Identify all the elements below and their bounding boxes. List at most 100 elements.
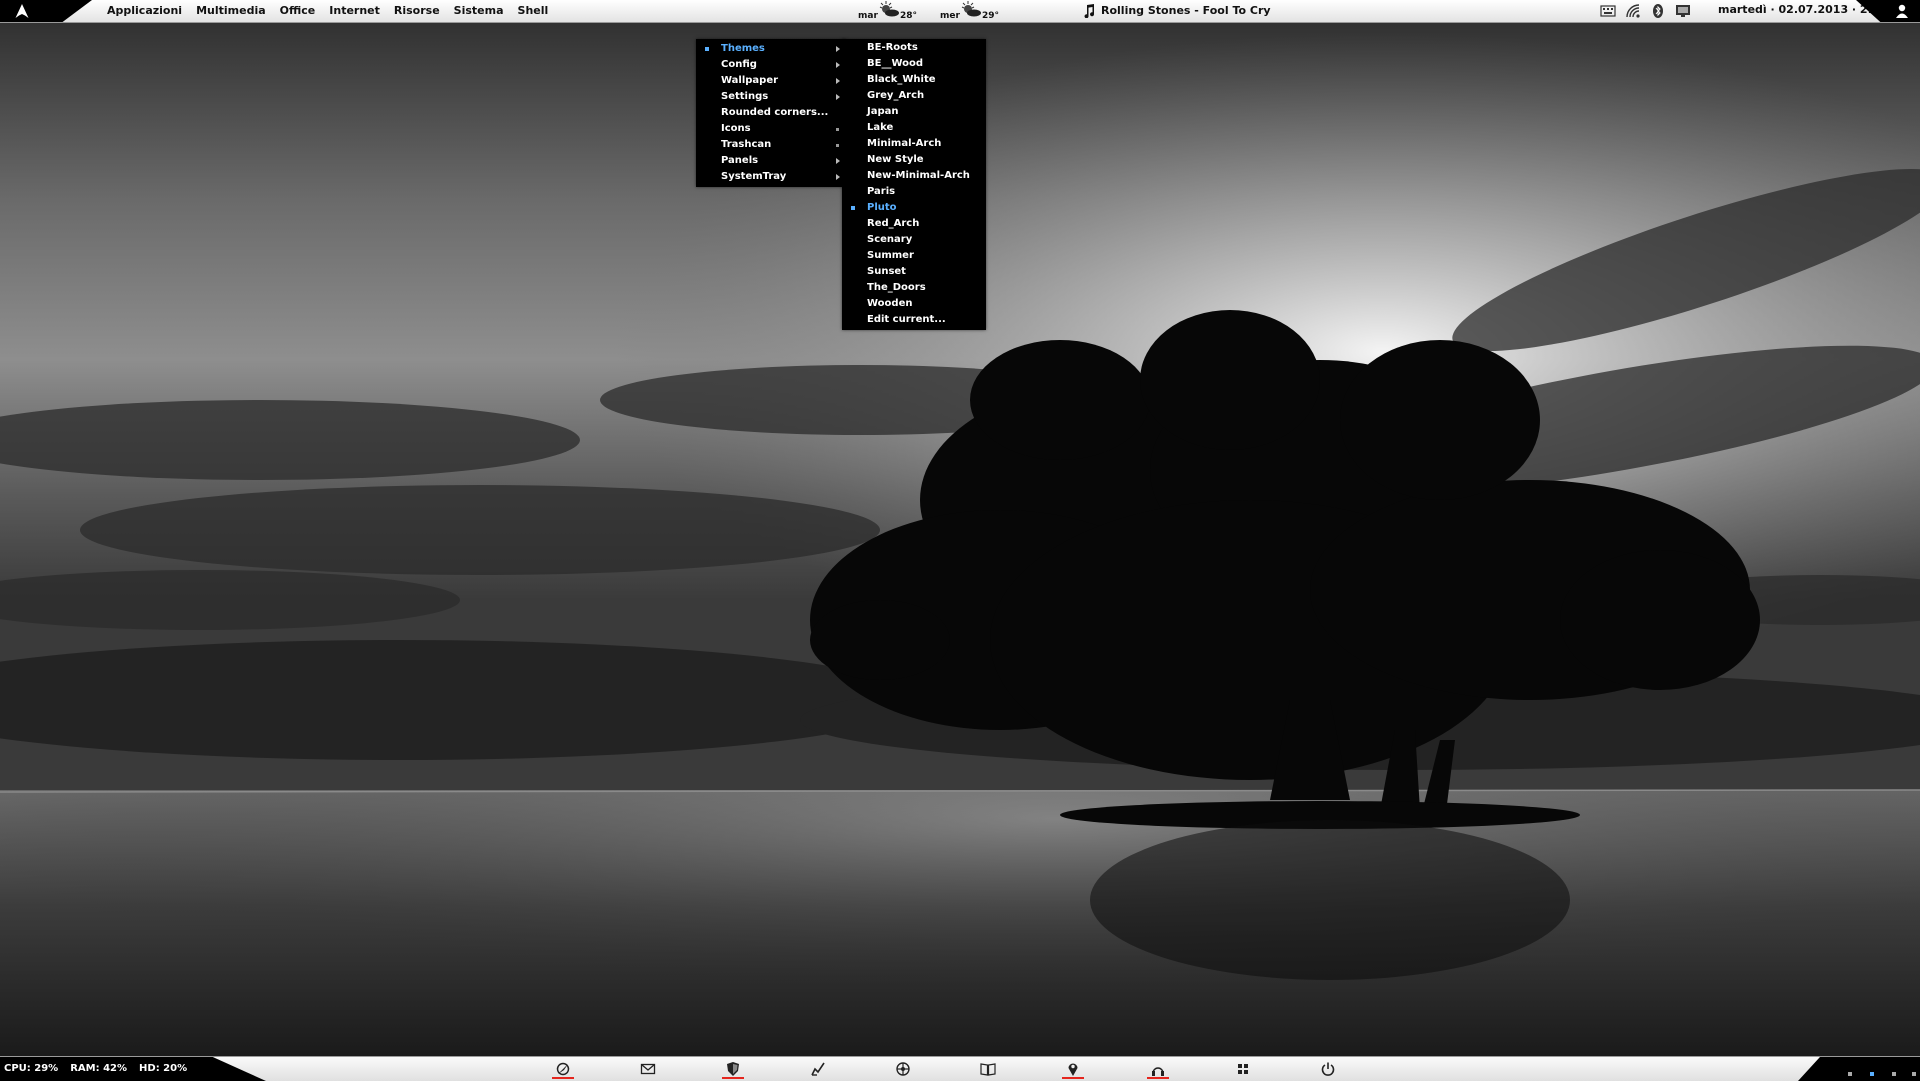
selected-bullet-icon — [851, 206, 855, 210]
bluetooth-icon[interactable] — [1650, 3, 1666, 19]
menu-applicazioni[interactable]: Applicazioni — [100, 0, 189, 22]
user-icon[interactable] — [1894, 3, 1910, 19]
running-indicator — [552, 1077, 574, 1079]
menu-item-label: Rounded corners... — [721, 107, 829, 118]
shield-icon[interactable] — [725, 1061, 741, 1077]
weather-temp: 29° — [982, 11, 1000, 21]
browser-icon[interactable] — [555, 1061, 571, 1077]
running-indicator — [1147, 1077, 1169, 1079]
keyboard-layout-icon[interactable] — [1600, 3, 1616, 19]
menu-item-panels[interactable]: Panels — [696, 153, 846, 169]
theme-label: Scenary — [867, 234, 913, 245]
now-playing-track: Rolling Stones - Fool To Cry — [1101, 4, 1271, 17]
menu-item-themes[interactable]: Themes — [696, 41, 846, 57]
apps-grid-icon[interactable] — [1235, 1061, 1251, 1077]
hd-usage: HD: 20% — [139, 1063, 188, 1074]
weather-day-label: mer — [940, 11, 960, 21]
themes-submenu: BE-Roots BE__Wood Black_White Grey_Arch … — [842, 39, 986, 330]
menu-item-label: Themes — [721, 43, 765, 54]
ram-usage: RAM: 42% — [70, 1063, 128, 1074]
theme-item-wooden[interactable]: Wooden — [842, 296, 986, 312]
theme-label: Edit current... — [867, 314, 946, 325]
theme-label: Grey_Arch — [867, 90, 925, 101]
submenu-arrow-icon — [836, 94, 840, 100]
theme-item-grey-arch[interactable]: Grey_Arch — [842, 88, 986, 104]
theme-item-lake[interactable]: Lake — [842, 120, 986, 136]
theme-item-pluto[interactable]: Pluto — [842, 200, 986, 216]
theme-label: Black_White — [867, 74, 936, 85]
checkbox-icon — [836, 144, 839, 147]
sun-cloud-icon — [879, 1, 899, 17]
weather-widget-day1[interactable]: mar 28° — [858, 0, 918, 22]
weather-widget-day2[interactable]: mer 29° — [940, 0, 1000, 22]
menu-item-rounded-corners[interactable]: Rounded corners... — [696, 105, 846, 121]
theme-item-minimal-arch[interactable]: Minimal-Arch — [842, 136, 986, 152]
theme-label: Lake — [867, 122, 894, 133]
menu-item-config[interactable]: Config — [696, 57, 846, 73]
music-note-icon — [1084, 4, 1095, 18]
workspace-3[interactable] — [1892, 1072, 1896, 1076]
menu-item-label: Settings — [721, 91, 769, 102]
bottom-panel: CPU: 29% RAM: 42% HD: 20% — [0, 1056, 1920, 1081]
menu-item-label: SystemTray — [721, 171, 787, 182]
theme-item-paris[interactable]: Paris — [842, 184, 986, 200]
theme-label: Minimal-Arch — [867, 138, 942, 149]
theme-item-sunset[interactable]: Sunset — [842, 264, 986, 280]
menu-item-label: Panels — [721, 155, 759, 166]
menu-item-wallpaper[interactable]: Wallpaper — [696, 73, 846, 89]
menu-multimedia[interactable]: Multimedia — [189, 0, 273, 22]
sun-cloud-icon — [961, 1, 981, 17]
edit-current-theme[interactable]: Edit current... — [842, 312, 986, 328]
theme-item-red-arch[interactable]: Red_Arch — [842, 216, 986, 232]
theme-label: Red_Arch — [867, 218, 920, 229]
workspace-1[interactable] — [1848, 1072, 1852, 1076]
theme-label: New Style — [867, 154, 924, 165]
theme-item-the-doors[interactable]: The_Doors — [842, 280, 986, 296]
submenu-arrow-icon — [836, 62, 840, 68]
music-icon[interactable] — [1150, 1061, 1166, 1077]
theme-item-summer[interactable]: Summer — [842, 248, 986, 264]
wifi-icon[interactable] — [1625, 3, 1641, 19]
submenu-arrow-icon — [836, 158, 840, 164]
running-indicator — [1062, 1077, 1084, 1079]
network-icon[interactable] — [895, 1061, 911, 1077]
now-playing-widget[interactable]: Rolling Stones - Fool To Cry — [1083, 0, 1271, 22]
power-icon[interactable] — [1320, 1061, 1336, 1077]
menu-item-settings[interactable]: Settings — [696, 89, 846, 105]
theme-item-be-wood[interactable]: BE__Wood — [842, 56, 986, 72]
workspace-4[interactable] — [1912, 1072, 1916, 1076]
arch-logo-icon[interactable] — [14, 3, 30, 19]
editor-icon[interactable] — [810, 1061, 826, 1077]
theme-item-black-white[interactable]: Black_White — [842, 72, 986, 88]
menu-internet[interactable]: Internet — [322, 0, 387, 22]
submenu-arrow-icon — [836, 78, 840, 84]
menu-office[interactable]: Office — [273, 0, 323, 22]
book-icon[interactable] — [980, 1061, 996, 1077]
menu-item-systemtray[interactable]: SystemTray — [696, 169, 846, 185]
menu-item-icons[interactable]: Icons — [696, 121, 846, 137]
cpu-usage: CPU: 29% — [4, 1063, 59, 1074]
location-icon[interactable] — [1065, 1061, 1081, 1077]
theme-item-be-roots[interactable]: BE-Roots — [842, 40, 986, 56]
display-icon[interactable] — [1675, 3, 1691, 19]
theme-item-japan[interactable]: Japan — [842, 104, 986, 120]
checkbox-icon — [836, 128, 839, 131]
launcher-tab[interactable] — [0, 0, 92, 22]
theme-item-scenary[interactable]: Scenary — [842, 232, 986, 248]
menu-item-label: Icons — [721, 123, 751, 134]
menu-shell[interactable]: Shell — [511, 0, 556, 22]
menu-item-label: Wallpaper — [721, 75, 779, 86]
theme-label: BE-Roots — [867, 42, 918, 53]
selected-bullet-icon — [705, 47, 709, 51]
theme-item-new-style[interactable]: New Style — [842, 152, 986, 168]
menu-item-label: Trashcan — [721, 139, 772, 150]
theme-label: New-Minimal-Arch — [867, 170, 970, 181]
theme-item-new-minimal-arch[interactable]: New-Minimal-Arch — [842, 168, 986, 184]
menu-item-trashcan[interactable]: Trashcan — [696, 137, 846, 153]
mail-icon[interactable] — [640, 1061, 656, 1077]
menu-sistema[interactable]: Sistema — [447, 0, 511, 22]
workspace-2[interactable] — [1870, 1072, 1874, 1076]
theme-label: Wooden — [867, 298, 913, 309]
workspace-pager — [1798, 1057, 1920, 1081]
menu-risorse[interactable]: Risorse — [387, 0, 447, 22]
